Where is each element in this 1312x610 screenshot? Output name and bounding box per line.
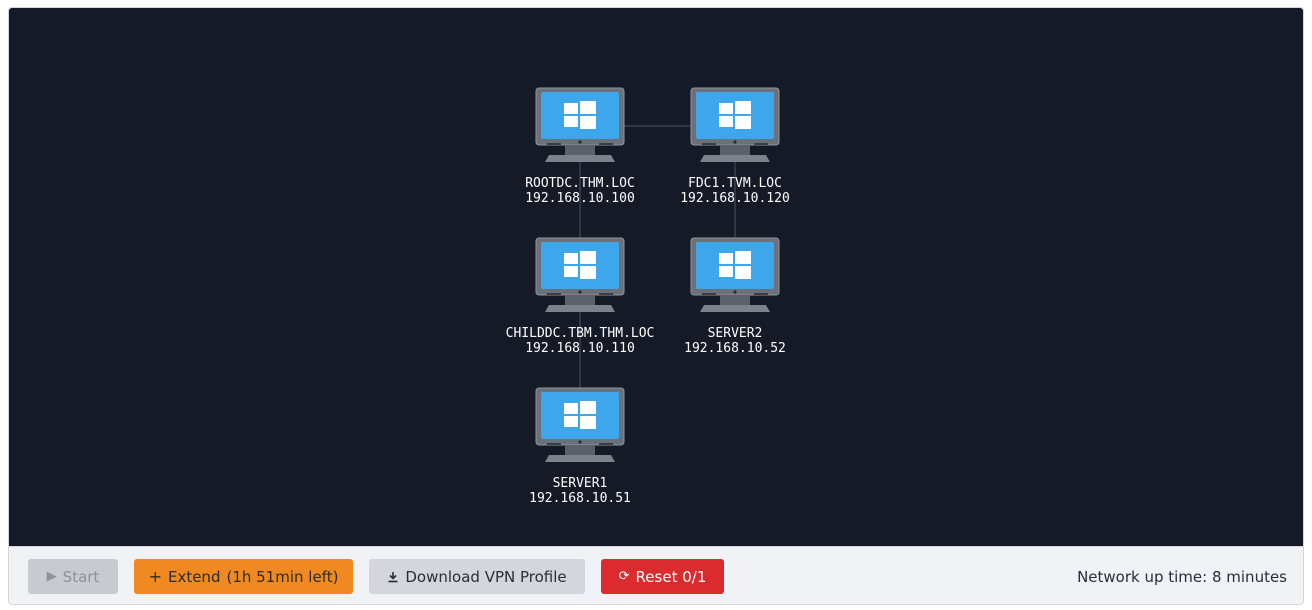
plus-icon: + bbox=[148, 566, 162, 586]
node-ip: 192.168.10.110 bbox=[525, 341, 635, 356]
node-childdc[interactable]: CHILDDC.TBM.THM.LOC 192.168.10.110 bbox=[490, 237, 670, 356]
node-name: SERVER2 bbox=[707, 326, 763, 341]
start-button[interactable]: ▶ Start bbox=[28, 559, 118, 594]
windows-monitor-icon bbox=[690, 87, 780, 162]
download-icon bbox=[388, 571, 398, 582]
download-vpn-button[interactable]: Download VPN Profile bbox=[369, 559, 585, 594]
node-name: SERVER1 bbox=[552, 476, 608, 491]
reset-label: Reset 0/1 bbox=[635, 567, 707, 586]
windows-monitor-icon bbox=[535, 87, 625, 162]
control-bar: ▶ Start + Extend (1h 51min left) Downloa… bbox=[9, 546, 1303, 604]
extend-button[interactable]: + Extend (1h 51min left) bbox=[134, 559, 353, 594]
network-panel: ROOTDC.THM.LOC 192.168.10.100 FDC1.TVM.L… bbox=[8, 7, 1304, 605]
node-rootdc[interactable]: ROOTDC.THM.LOC 192.168.10.100 bbox=[490, 87, 670, 206]
windows-monitor-icon bbox=[690, 237, 780, 312]
node-server1[interactable]: SERVER1 192.168.10.51 bbox=[490, 387, 670, 506]
reset-button[interactable]: ⟳ Reset 0/1 bbox=[601, 559, 724, 594]
extend-label: Extend bbox=[167, 567, 221, 586]
node-ip: 192.168.10.52 bbox=[684, 341, 786, 356]
node-ip: 192.168.10.100 bbox=[525, 191, 635, 206]
node-ip: 192.168.10.51 bbox=[529, 491, 631, 506]
node-name: CHILDDC.TBM.THM.LOC bbox=[505, 326, 655, 341]
network-uptime: Network up time: 8 minutes bbox=[1077, 568, 1287, 586]
node-name: FDC1.TVM.LOC bbox=[688, 176, 782, 191]
refresh-icon: ⟳ bbox=[618, 569, 630, 584]
extend-time: (1h 51min left) bbox=[226, 567, 339, 586]
windows-monitor-icon bbox=[535, 237, 625, 312]
node-server2[interactable]: SERVER2 192.168.10.52 bbox=[645, 237, 825, 356]
start-label: Start bbox=[62, 567, 100, 586]
node-name: ROOTDC.THM.LOC bbox=[525, 176, 635, 191]
vpn-label: Download VPN Profile bbox=[405, 567, 567, 586]
windows-monitor-icon bbox=[535, 387, 625, 462]
node-fdc1[interactable]: FDC1.TVM.LOC 192.168.10.120 bbox=[645, 87, 825, 206]
play-icon: ▶ bbox=[46, 569, 57, 584]
network-diagram: ROOTDC.THM.LOC 192.168.10.100 FDC1.TVM.L… bbox=[9, 8, 1303, 546]
node-ip: 192.168.10.120 bbox=[680, 191, 790, 206]
